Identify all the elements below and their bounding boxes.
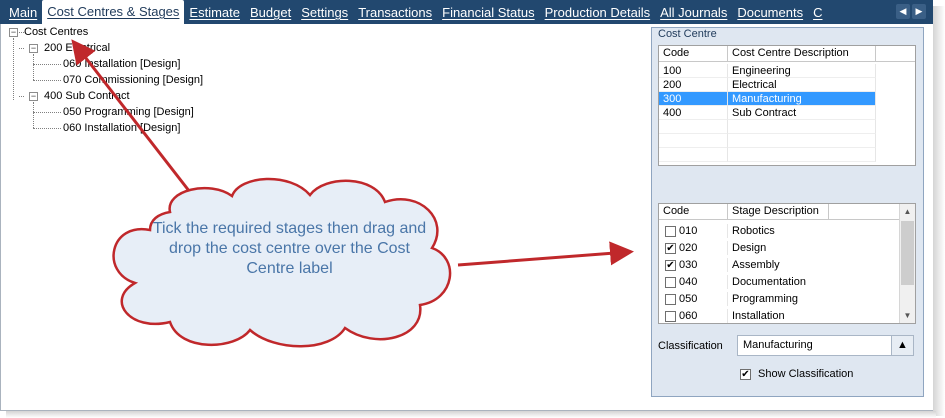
arrow-to-tree (71, 39, 195, 197)
callout-text: Tick the required stages then drag and d… (152, 220, 427, 277)
annotation-overlay (71, 39, 634, 348)
arrow-to-stages (457, 241, 634, 267)
